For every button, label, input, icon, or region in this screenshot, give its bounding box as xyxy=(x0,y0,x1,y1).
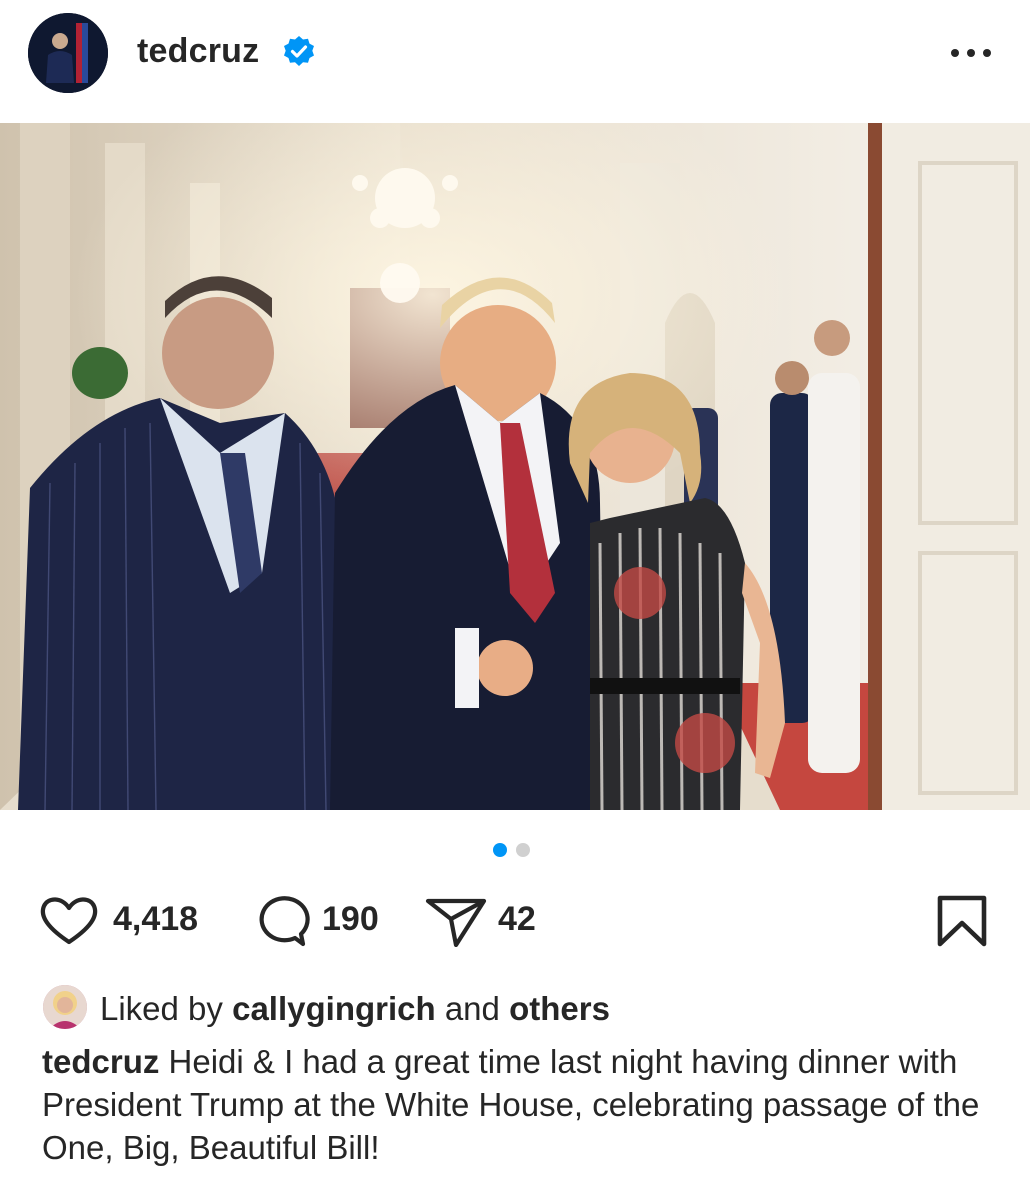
profile-avatar-image xyxy=(28,13,108,93)
bookmark-icon[interactable] xyxy=(934,895,990,947)
verified-badge-icon xyxy=(284,36,314,66)
shares-count[interactable]: 42 xyxy=(498,900,536,939)
caption-text: Heidi & I had a great time last night ha… xyxy=(42,1043,980,1166)
liked-by-avatar-image xyxy=(43,985,87,1029)
post-photo-illustration xyxy=(0,123,1030,810)
more-horizontal-icon[interactable] xyxy=(947,38,995,68)
post-header: tedcruz xyxy=(0,0,1030,110)
comment-bubble-icon[interactable] xyxy=(250,895,310,947)
liked-by-others[interactable]: others xyxy=(509,990,610,1027)
profile-avatar[interactable] xyxy=(28,13,108,93)
carousel-dot-active[interactable] xyxy=(493,843,507,857)
heart-icon[interactable] xyxy=(38,895,100,947)
paper-plane-icon[interactable] xyxy=(424,895,488,947)
post-photo[interactable] xyxy=(0,123,1030,810)
liked-by-user[interactable]: callygingrich xyxy=(232,990,436,1027)
comments-count[interactable]: 190 xyxy=(322,900,379,939)
liked-by-avatar[interactable] xyxy=(43,985,87,1029)
post-caption: tedcruz Heidi & I had a great time last … xyxy=(42,1040,992,1169)
liked-by-row: Liked by callygingrich and others xyxy=(40,984,940,1034)
liked-by-prefix: Liked by xyxy=(100,990,223,1027)
post-username[interactable]: tedcruz xyxy=(137,32,259,71)
caption-username[interactable]: tedcruz xyxy=(42,1043,159,1080)
likes-count[interactable]: 4,418 xyxy=(113,900,198,939)
carousel-dot[interactable] xyxy=(516,843,530,857)
liked-by-text: Liked by callygingrich and others xyxy=(100,990,610,1028)
liked-by-conjunction: and xyxy=(444,990,500,1027)
